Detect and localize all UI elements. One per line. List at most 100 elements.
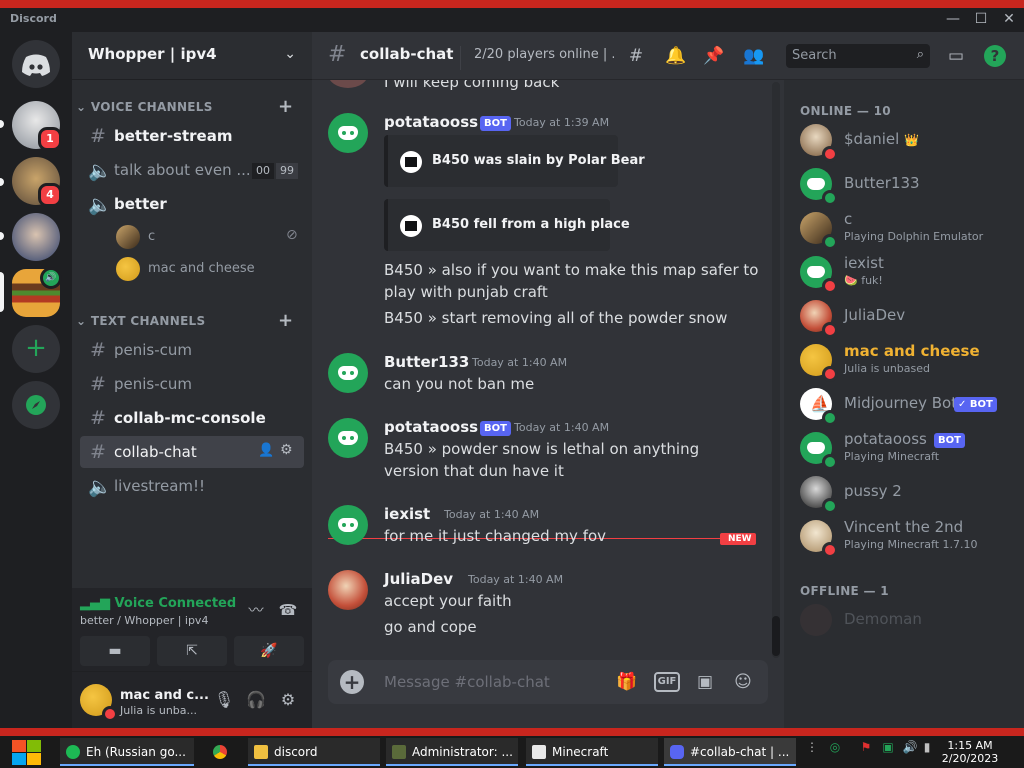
member-mac-and-cheese[interactable]: mac and cheese Julia is unbased <box>792 338 1016 382</box>
taskbar-item-administrator[interactable]: Administrator: ... <box>386 738 518 766</box>
taskbar-label: discord <box>274 745 318 759</box>
message-author[interactable]: potataooss <box>384 418 478 436</box>
network-icon[interactable]: ▣ <box>880 740 896 754</box>
taskbar-item-minecraft[interactable]: Minecraft <box>526 738 658 766</box>
category-voice[interactable]: ⌄ VOICE CHANNELS + <box>76 96 293 120</box>
channel-better[interactable]: 🔈 better <box>80 188 304 220</box>
gift-icon[interactable]: 🎁 <box>614 670 640 694</box>
voice-user-mac-and-cheese[interactable]: mac and cheese <box>116 256 306 282</box>
message-author[interactable]: iexist <box>384 505 430 523</box>
gif-button[interactable]: GIF <box>654 672 680 692</box>
inbox-icon[interactable]: ▭ <box>944 44 968 68</box>
threads-icon[interactable]: # <box>624 44 648 68</box>
scrollbar[interactable] <box>772 82 780 658</box>
invite-icon[interactable]: 👤 <box>258 443 274 458</box>
home-button[interactable] <box>12 40 60 88</box>
message-author[interactable]: potataooss <box>384 113 478 131</box>
taskbar-item-discord-folder[interactable]: discord <box>248 738 380 766</box>
category-text[interactable]: ⌄ TEXT CHANNELS + <box>76 310 293 334</box>
clock[interactable]: 1:15 AM 2/20/2023 <box>938 739 1002 765</box>
add-server-button[interactable]: + <box>12 325 60 373</box>
channel-penis-cum-1[interactable]: # penis-cum <box>80 334 304 366</box>
member-potataooss[interactable]: potataooss BOT Playing Minecraft <box>792 426 1016 470</box>
tray-app-icon[interactable]: ◎ <box>828 740 842 754</box>
activity-button[interactable]: 🚀 <box>234 636 304 666</box>
maximize-button[interactable]: ☐ <box>970 10 992 28</box>
disconnect-icon[interactable]: ☎ <box>276 598 300 622</box>
taskbar-item-discord[interactable]: #collab-chat | ... <box>664 738 796 766</box>
volume-icon[interactable]: 🔊 <box>902 740 918 754</box>
scrollbar-thumb[interactable] <box>772 616 780 656</box>
channel-penis-cum-2[interactable]: # penis-cum <box>80 368 304 400</box>
avatar[interactable] <box>328 353 368 393</box>
presence-dot <box>822 146 838 162</box>
emoji-icon[interactable]: ☺ <box>730 670 756 694</box>
channel-collab-mc-console[interactable]: # collab-mc-console <box>80 402 304 434</box>
close-button[interactable]: ✕ <box>998 10 1020 28</box>
message-author[interactable]: JuliaDev <box>384 570 453 588</box>
bell-icon[interactable]: 🔔 <box>664 44 688 68</box>
member-juliadev[interactable]: JuliaDev <box>792 294 1016 338</box>
member-pussy-2[interactable]: pussy 2 <box>792 470 1016 514</box>
channel-collab-chat[interactable]: # collab-chat 👤 ⚙ <box>80 436 304 468</box>
timestamp: Today at 1:40 AM <box>514 421 610 434</box>
member-daniel[interactable]: $daniel 👑 <box>792 118 1016 162</box>
microphone-icon[interactable]: 🎙 <box>212 688 236 712</box>
voice-status[interactable]: ▂▄▆ Voice Connected <box>80 596 236 611</box>
channel-talk-about-even[interactable]: 🔈 talk about even ... 00 99 <box>80 154 304 186</box>
member-c[interactable]: c Playing Dolphin Emulator <box>792 206 1016 250</box>
message-input[interactable] <box>384 672 604 692</box>
taskbar-item-spotify[interactable]: Eh (Russian go... <box>60 738 194 766</box>
channel-better-stream[interactable]: # better-stream <box>80 120 304 152</box>
voice-user-c[interactable]: c ⊘ <box>116 224 306 250</box>
help-icon[interactable]: ? <box>984 45 1006 67</box>
minimize-button[interactable]: — <box>942 10 964 28</box>
pin-icon[interactable]: 📌 <box>702 44 726 68</box>
gear-icon[interactable]: ⚙ <box>276 688 300 712</box>
server-icon-whopper[interactable]: 🔊 <box>12 267 62 317</box>
taskbar-item-chrome[interactable] <box>200 738 240 766</box>
sticker-icon[interactable]: ▣ <box>692 670 718 694</box>
start-button[interactable] <box>10 739 42 765</box>
channel-sidebar: Whopper | ipv4 ⌄ ⌄ VOICE CHANNELS + # be… <box>72 32 312 728</box>
screen-share-button[interactable]: ⇱ <box>157 636 227 666</box>
noise-suppression-icon[interactable]: 〰 <box>244 598 268 622</box>
chevron-down-icon: ⌄ <box>76 314 91 328</box>
message-author[interactable]: Butter133 <box>384 353 469 371</box>
guild-header[interactable]: Whopper | ipv4 ⌄ <box>72 32 312 80</box>
server-icon-2[interactable]: 4 <box>12 157 62 207</box>
camera-button[interactable]: ▬ <box>80 636 150 666</box>
avatar[interactable] <box>328 505 368 545</box>
member-butter133[interactable]: Butter133 <box>792 162 1016 206</box>
member-iexist[interactable]: iexist 🍉 fuk! <box>792 250 1016 294</box>
channel-topic[interactable]: 2/20 players online | ... <box>474 47 614 62</box>
channel-livestream[interactable]: 🔈 livestream!! <box>80 470 304 502</box>
add-channel-icon[interactable]: + <box>278 310 293 331</box>
voice-location[interactable]: better / Whopper | ipv4 <box>80 614 208 627</box>
search-input[interactable]: Search ⌕ <box>786 44 930 68</box>
signal-icon: ▂▄▆ <box>80 596 115 611</box>
explore-servers-button[interactable] <box>12 381 60 429</box>
embed: B450 was slain by Polar Bear <box>384 135 645 187</box>
member-midjourney-bot[interactable]: ⛵ Midjourney Bot ✓ BOT <box>792 382 1016 426</box>
headphones-icon[interactable]: 🎧 <box>244 688 268 712</box>
server-icon-1[interactable]: 1 <box>12 101 62 151</box>
avatar[interactable] <box>328 418 368 458</box>
gear-icon[interactable]: ⚙ <box>280 442 293 458</box>
battery-icon[interactable]: ▮ <box>920 740 934 754</box>
presence-dot <box>822 542 838 558</box>
taskbar: Eh (Russian go... discord Administrator:… <box>0 736 1024 768</box>
add-channel-icon[interactable]: + <box>278 96 293 117</box>
avatar[interactable] <box>328 570 368 610</box>
flag-icon[interactable]: ⚑ <box>858 740 874 754</box>
member-demoman[interactable]: Demoman <box>792 598 1016 642</box>
overflow-icon[interactable]: ⋮ <box>806 740 818 754</box>
embed: B450 fell from a high place <box>384 199 630 251</box>
member-list-icon[interactable]: 👥 <box>742 44 766 68</box>
member-vincent-the-2nd[interactable]: Vincent the 2nd Playing Minecraft 1.7.10 <box>792 514 1016 558</box>
avatar[interactable] <box>328 113 368 153</box>
upload-button[interactable]: + <box>340 670 364 694</box>
active-pill <box>0 272 4 312</box>
member-name: c <box>844 210 853 228</box>
server-icon-3[interactable] <box>12 213 60 261</box>
